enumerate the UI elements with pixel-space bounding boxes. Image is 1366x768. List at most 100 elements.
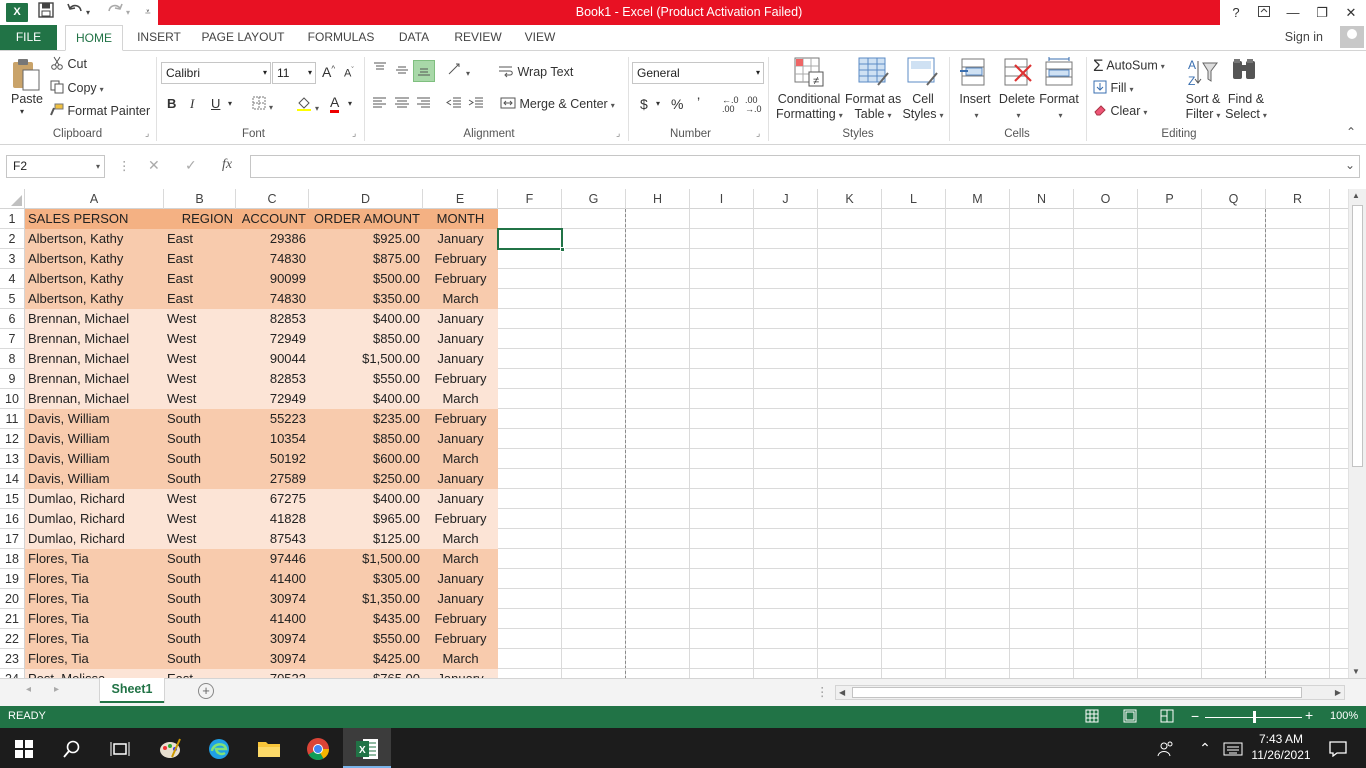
table-cell[interactable]: $400.00 <box>309 309 423 329</box>
search-icon[interactable] <box>48 728 96 768</box>
table-cell[interactable]: 82853 <box>236 309 309 329</box>
column-header-d[interactable]: D <box>309 189 423 209</box>
decrease-indent-icon[interactable] <box>446 96 462 113</box>
table-cell[interactable]: Flores, Tia <box>25 609 164 629</box>
table-cell[interactable]: $765.00 <box>309 669 423 678</box>
table-cell[interactable]: February <box>423 609 498 629</box>
currency-dropdown-icon[interactable]: ▾ <box>656 99 660 108</box>
cut-button[interactable]: Cut <box>50 56 87 73</box>
increase-decimal-button[interactable]: ←.0 .00 <box>722 96 740 114</box>
expand-formula-icon[interactable]: ⌄ <box>1345 158 1355 172</box>
table-cell[interactable]: 41400 <box>236 569 309 589</box>
percent-button[interactable]: % <box>671 96 683 112</box>
column-header-p[interactable]: P <box>1138 189 1202 209</box>
clear-button[interactable]: Clear ▾ <box>1093 103 1147 120</box>
font-color-icon[interactable]: A <box>330 94 340 113</box>
row-header[interactable]: 14 <box>0 469 25 489</box>
tab-split-handle[interactable]: ⋮ <box>816 684 829 699</box>
select-all-corner[interactable] <box>0 189 25 209</box>
vertical-scrollbar[interactable]: ▲ ▼ <box>1348 189 1366 678</box>
comma-button[interactable]: ’ <box>697 94 700 110</box>
table-cell[interactable]: South <box>164 649 236 669</box>
table-cell[interactable]: $965.00 <box>309 509 423 529</box>
table-cell[interactable]: East <box>164 289 236 309</box>
windows-start-icon[interactable] <box>0 728 48 768</box>
row-header[interactable]: 6 <box>0 309 25 329</box>
decrease-decimal-button[interactable]: .00 →.0 <box>745 96 763 114</box>
column-header-r[interactable]: R <box>1266 189 1330 209</box>
task-view-icon[interactable] <box>96 728 144 768</box>
chevron-up-icon[interactable]: ⌃ <box>1190 728 1220 768</box>
excel-taskbar-icon[interactable]: X <box>343 728 391 768</box>
cancel-formula-button[interactable]: ✕ <box>148 157 160 174</box>
tab-insert[interactable]: INSERT <box>130 25 188 50</box>
row-header[interactable]: 13 <box>0 449 25 469</box>
column-header-m[interactable]: M <box>946 189 1010 209</box>
table-cell[interactable]: East <box>164 269 236 289</box>
table-cell[interactable]: Albertson, Kathy <box>25 289 164 309</box>
tab-review[interactable]: REVIEW <box>448 25 508 50</box>
table-cell[interactable]: West <box>164 309 236 329</box>
tab-file[interactable]: FILE <box>0 25 57 50</box>
table-cell[interactable]: South <box>164 409 236 429</box>
table-cell[interactable]: January <box>423 489 498 509</box>
row-header[interactable]: 15 <box>0 489 25 509</box>
table-cell[interactable]: Brennan, Michael <box>25 389 164 409</box>
format-painter-button[interactable]: Format Painter <box>50 103 150 120</box>
column-header-o[interactable]: O <box>1074 189 1138 209</box>
table-cell[interactable]: $235.00 <box>309 409 423 429</box>
vertical-scroll-thumb[interactable] <box>1352 205 1363 467</box>
table-cell[interactable]: Brennan, Michael <box>25 329 164 349</box>
table-cell[interactable]: Brennan, Michael <box>25 309 164 329</box>
page-layout-view-icon[interactable] <box>1123 709 1137 726</box>
row-header[interactable]: 16 <box>0 509 25 529</box>
table-cell[interactable]: South <box>164 609 236 629</box>
table-cell[interactable]: $400.00 <box>309 389 423 409</box>
grow-font-icon[interactable]: A^ <box>322 64 335 80</box>
table-cell[interactable]: February <box>423 369 498 389</box>
table-cell[interactable]: $500.00 <box>309 269 423 289</box>
table-cell[interactable]: March <box>423 289 498 309</box>
table-cell[interactable]: January <box>423 589 498 609</box>
table-cell[interactable]: 55223 <box>236 409 309 429</box>
format-button[interactable]: Format ▾ <box>1038 92 1080 123</box>
chrome-browser-icon[interactable] <box>294 728 342 768</box>
table-cell[interactable]: $850.00 <box>309 329 423 349</box>
table-cell[interactable]: $600.00 <box>309 449 423 469</box>
tab-data[interactable]: DATA <box>392 25 436 50</box>
underline-button[interactable]: U <box>211 96 220 111</box>
table-cell[interactable]: Post, Melissa <box>25 669 164 678</box>
row-header[interactable]: 7 <box>0 329 25 349</box>
column-header-n[interactable]: N <box>1010 189 1074 209</box>
italic-button[interactable]: I <box>190 96 194 112</box>
row-header[interactable]: 4 <box>0 269 25 289</box>
table-cell[interactable]: South <box>164 469 236 489</box>
table-cell[interactable]: 90044 <box>236 349 309 369</box>
help-button[interactable]: ? <box>1222 0 1250 25</box>
table-cell[interactable]: West <box>164 349 236 369</box>
row-header[interactable]: 11 <box>0 409 25 429</box>
column-header-k[interactable]: K <box>818 189 882 209</box>
paste-icon[interactable] <box>10 57 42 91</box>
table-cell[interactable]: January <box>423 229 498 249</box>
table-cell[interactable]: Flores, Tia <box>25 569 164 589</box>
row-header[interactable]: 12 <box>0 429 25 449</box>
font-color-dropdown-icon[interactable]: ▾ <box>348 99 352 108</box>
header-cell[interactable]: ORDER AMOUNT <box>309 209 423 229</box>
table-cell[interactable]: Flores, Tia <box>25 629 164 649</box>
horizontal-scrollbar[interactable]: ◀ ▶ <box>835 685 1345 700</box>
scroll-right-icon[interactable]: ▶ <box>1335 686 1341 699</box>
table-cell[interactable]: 74830 <box>236 289 309 309</box>
table-cell[interactable]: Brennan, Michael <box>25 349 164 369</box>
format-as-table-button[interactable]: Format as Table ▾ <box>845 92 901 123</box>
customize-qat-icon[interactable]: ⩡ <box>145 2 151 23</box>
row-header[interactable]: 24 <box>0 669 25 678</box>
table-cell[interactable]: February <box>423 269 498 289</box>
table-cell[interactable]: January <box>423 329 498 349</box>
row-header[interactable]: 18 <box>0 549 25 569</box>
clipboard-launcher-icon[interactable]: ⌟ <box>145 128 149 139</box>
column-header-g[interactable]: G <box>562 189 626 209</box>
paste-button[interactable]: Paste <box>11 92 43 106</box>
row-header[interactable]: 21 <box>0 609 25 629</box>
table-cell[interactable]: $425.00 <box>309 649 423 669</box>
